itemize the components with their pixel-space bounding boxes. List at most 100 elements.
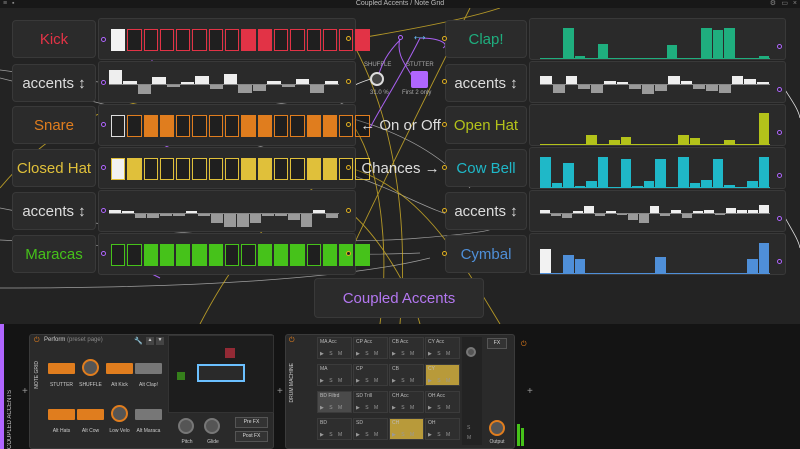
drum-pad[interactable]: CP ▶ S M bbox=[353, 364, 388, 386]
power-icon[interactable]: ⏻ bbox=[34, 337, 40, 345]
accent-output-port-2[interactable] bbox=[346, 208, 351, 213]
wrench-icon[interactable]: 🔧 bbox=[134, 337, 143, 345]
snare-step[interactable] bbox=[257, 115, 272, 137]
drum-pad[interactable]: MA Acc ▶ S M bbox=[317, 337, 352, 359]
drum-pad[interactable]: BD Filtrd ▶ S M bbox=[317, 391, 352, 413]
macro-shuffle[interactable] bbox=[82, 359, 99, 376]
accent-bar[interactable] bbox=[137, 84, 152, 95]
kick-step[interactable] bbox=[273, 29, 289, 51]
closed-hat-step[interactable] bbox=[273, 158, 289, 180]
kick-step[interactable] bbox=[322, 29, 338, 51]
kick-step[interactable] bbox=[159, 29, 175, 51]
drum-pad[interactable]: MA ▶ S M bbox=[317, 364, 352, 386]
kick-steps-panel[interactable] bbox=[98, 18, 370, 60]
drum-pad[interactable]: CB ▶ S M bbox=[389, 364, 424, 386]
preset-page-selector[interactable]: Perform (preset page) bbox=[44, 337, 103, 343]
accent-output-port-4[interactable] bbox=[777, 216, 782, 221]
shuffle-knob[interactable] bbox=[370, 72, 384, 86]
accent-bar[interactable] bbox=[236, 213, 249, 227]
drum-pad-controls[interactable]: ▶ S M bbox=[392, 432, 416, 438]
cow-bell-chance-bar[interactable] bbox=[597, 157, 608, 188]
accent-input-port-1[interactable] bbox=[101, 80, 106, 85]
accents-label-1[interactable]: accents ↕ bbox=[12, 64, 96, 102]
cow-bell-chance-bar[interactable] bbox=[712, 159, 723, 188]
cymbal-chances-panel[interactable] bbox=[529, 233, 786, 275]
closed-hat-input-port[interactable] bbox=[101, 165, 106, 170]
cow-bell-chance-bar[interactable] bbox=[655, 159, 666, 188]
macro-alt-clap![interactable] bbox=[135, 363, 162, 374]
accent-bar[interactable] bbox=[540, 75, 552, 84]
closed-hat-step[interactable] bbox=[176, 158, 191, 180]
accents-label-2[interactable]: accents ↕ bbox=[12, 192, 96, 230]
snare-step[interactable] bbox=[192, 115, 207, 137]
cymbal-chance-bar[interactable] bbox=[655, 257, 666, 274]
drum-pad[interactable]: CH ▶ S M bbox=[389, 418, 424, 440]
maracas-step[interactable] bbox=[257, 244, 272, 266]
closed-hat-step[interactable] bbox=[257, 158, 272, 180]
accent-panel-1[interactable] bbox=[98, 61, 356, 103]
pitch-knob[interactable] bbox=[178, 418, 194, 434]
drum-pad-controls[interactable]: ▶ S M bbox=[428, 432, 452, 438]
drum-pad-controls[interactable]: ▶ S M bbox=[392, 378, 416, 384]
settings-icon[interactable]: ⚙ bbox=[770, 0, 776, 8]
pre-fx-button[interactable]: Pre FX bbox=[235, 417, 268, 428]
accent-bar[interactable] bbox=[627, 213, 638, 220]
accent-bar[interactable] bbox=[759, 204, 769, 213]
kick-step[interactable] bbox=[290, 29, 305, 51]
drum-pad[interactable]: BD ▶ S M bbox=[317, 418, 352, 440]
maracas-label[interactable]: Maracas bbox=[12, 235, 96, 273]
maracas-output-port[interactable] bbox=[346, 251, 351, 256]
maracas-input-port[interactable] bbox=[101, 251, 106, 256]
snare-step[interactable] bbox=[241, 115, 256, 137]
drum-pad-controls[interactable]: ▶ S M bbox=[356, 432, 380, 438]
accent-bar[interactable] bbox=[655, 84, 667, 91]
drum-pad-controls[interactable]: ▶ S M bbox=[392, 405, 416, 411]
drum-pad-controls[interactable]: ▶ S M bbox=[356, 378, 380, 384]
closed-hat-steps-panel[interactable] bbox=[98, 147, 370, 189]
cow-bell-label[interactable]: Cow Bell bbox=[445, 149, 527, 187]
maracas-step[interactable] bbox=[192, 244, 207, 266]
closed-hat-step[interactable] bbox=[225, 158, 240, 180]
clap-label[interactable]: Clap! bbox=[445, 20, 527, 58]
accent-bar[interactable] bbox=[638, 213, 649, 224]
drum-pad[interactable]: SD Trill ▶ S M bbox=[353, 391, 388, 413]
cymbal-chance-bar[interactable] bbox=[574, 258, 585, 274]
coupled-accents-title-box[interactable]: Coupled Accents bbox=[314, 278, 484, 318]
drum-pad-controls[interactable]: ▶ S M bbox=[320, 405, 344, 411]
snare-step[interactable] bbox=[127, 115, 142, 137]
accent-panel-3[interactable] bbox=[529, 61, 786, 103]
clap-chance-bar[interactable] bbox=[724, 28, 735, 59]
closed-hat-step[interactable] bbox=[111, 158, 126, 180]
snare-step[interactable] bbox=[273, 115, 289, 137]
accent-bar[interactable] bbox=[224, 73, 238, 84]
kick-step[interactable] bbox=[241, 29, 256, 51]
accent-bar[interactable] bbox=[718, 84, 731, 93]
clap-chance-bar[interactable] bbox=[666, 45, 677, 59]
maracas-step[interactable] bbox=[241, 244, 256, 266]
cow-bell-chance-bar[interactable] bbox=[563, 162, 574, 188]
kick-step[interactable] bbox=[127, 29, 142, 51]
snare-output-port[interactable] bbox=[346, 122, 351, 127]
macro-stutter[interactable] bbox=[48, 363, 75, 374]
maracas-step[interactable] bbox=[355, 244, 370, 266]
drum-pad-controls[interactable]: ▶ S M bbox=[320, 432, 344, 438]
add-device-button-3[interactable]: + bbox=[527, 386, 533, 397]
fx-button[interactable]: FX bbox=[487, 338, 507, 349]
accent-bar[interactable] bbox=[224, 213, 236, 227]
drum-pad[interactable]: OH Acc ▶ S M bbox=[425, 391, 460, 413]
kick-step[interactable] bbox=[192, 29, 207, 51]
macro-alt-cow[interactable] bbox=[77, 409, 104, 420]
drum-pad[interactable]: CH Acc ▶ S M bbox=[389, 391, 424, 413]
accent-bar[interactable] bbox=[310, 84, 324, 93]
maracas-step[interactable] bbox=[143, 244, 158, 266]
snare-step[interactable] bbox=[225, 115, 240, 137]
kick-step[interactable] bbox=[143, 29, 158, 51]
snare-step[interactable] bbox=[143, 115, 158, 137]
maracas-step[interactable] bbox=[127, 244, 142, 266]
cymbal-output-port[interactable] bbox=[777, 259, 782, 264]
closed-hat-output-port[interactable] bbox=[346, 165, 351, 170]
add-device-button[interactable]: + bbox=[22, 386, 28, 397]
kick-label[interactable]: Kick bbox=[12, 20, 96, 58]
drum-pad[interactable]: CY ▶ S M bbox=[425, 364, 460, 386]
snare-label[interactable]: Snare bbox=[12, 106, 96, 144]
